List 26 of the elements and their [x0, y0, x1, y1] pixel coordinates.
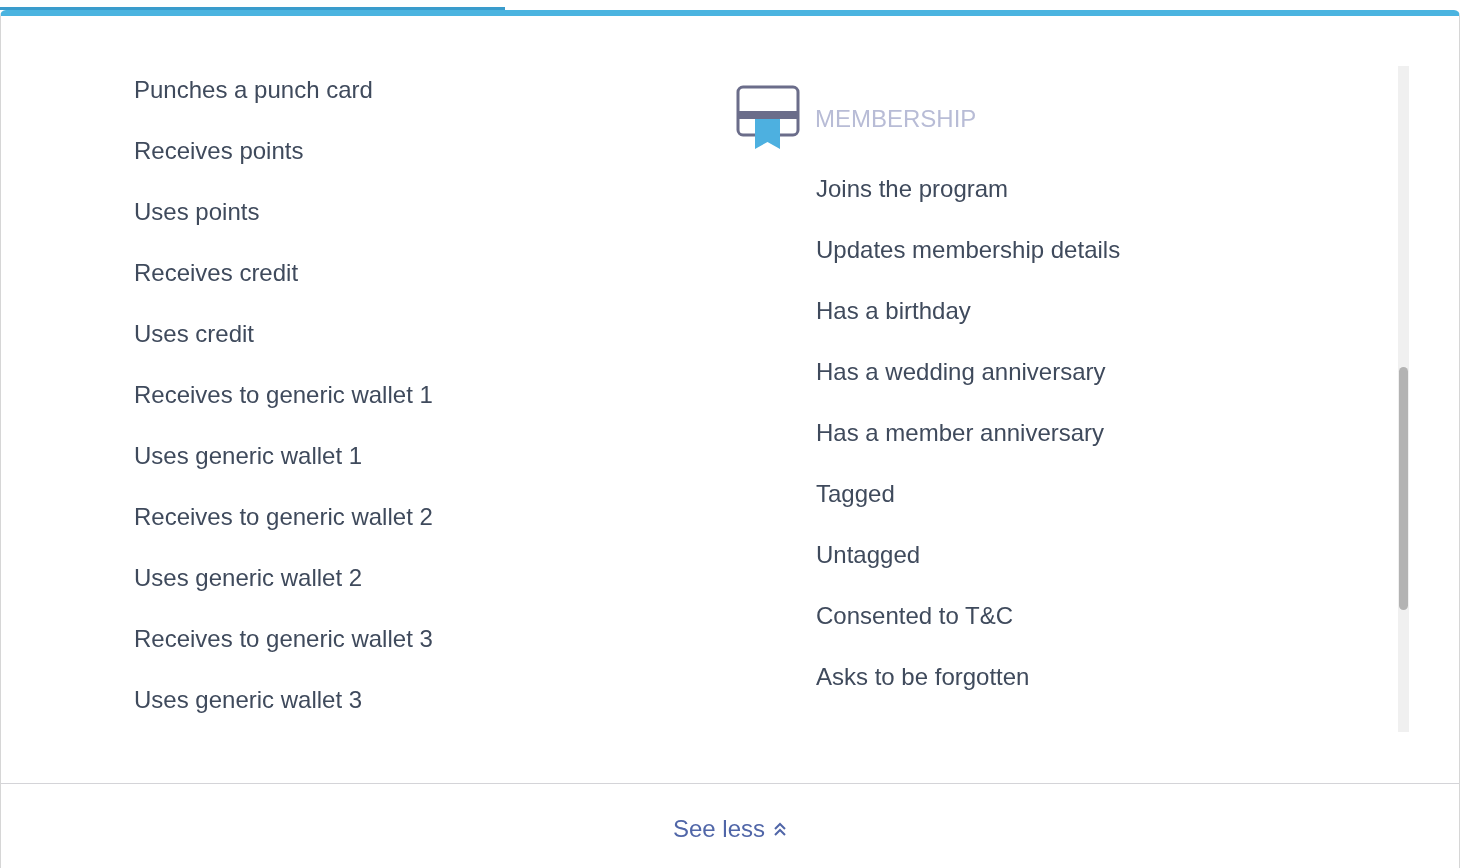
- event-option[interactable]: Uses generic wallet 3: [134, 669, 363, 730]
- event-option[interactable]: Receives to generic wallet 3: [134, 608, 433, 669]
- event-option[interactable]: Receives to generic wallet 2: [134, 486, 433, 547]
- see-less-link[interactable]: See less: [672, 814, 788, 844]
- scrollbar-thumb[interactable]: [1399, 367, 1408, 610]
- event-option[interactable]: Uses generic wallet 2: [134, 547, 363, 608]
- event-option[interactable]: Uses points: [134, 181, 260, 242]
- scrollbar-track[interactable]: [1398, 66, 1409, 732]
- event-option[interactable]: Consented to T&C: [816, 585, 1013, 646]
- event-option[interactable]: Asks to be forgotten: [816, 646, 1030, 707]
- event-option[interactable]: Has a wedding anniversary: [816, 341, 1106, 402]
- event-option[interactable]: Receives credit: [134, 242, 299, 303]
- event-option[interactable]: Receives to generic wallet 1: [134, 364, 433, 425]
- event-option[interactable]: Tagged: [816, 463, 895, 524]
- event-option[interactable]: Uses generic wallet 1: [134, 425, 363, 486]
- event-option[interactable]: Joins the program: [816, 158, 1009, 219]
- event-option[interactable]: Has a member anniversary: [816, 402, 1105, 463]
- event-option[interactable]: Punches a punch card: [134, 59, 373, 120]
- section-heading: MEMBERSHIP: [815, 105, 977, 131]
- event-option[interactable]: Updates membership details: [816, 219, 1121, 280]
- double-chevron-up-icon: [773, 822, 788, 836]
- event-option[interactable]: Uses credit: [134, 303, 255, 364]
- event-option[interactable]: Has a birthday: [816, 280, 971, 341]
- event-option[interactable]: Untagged: [816, 524, 921, 585]
- membership-card-icon: [736, 85, 800, 151]
- event-option[interactable]: Receives points: [134, 120, 304, 181]
